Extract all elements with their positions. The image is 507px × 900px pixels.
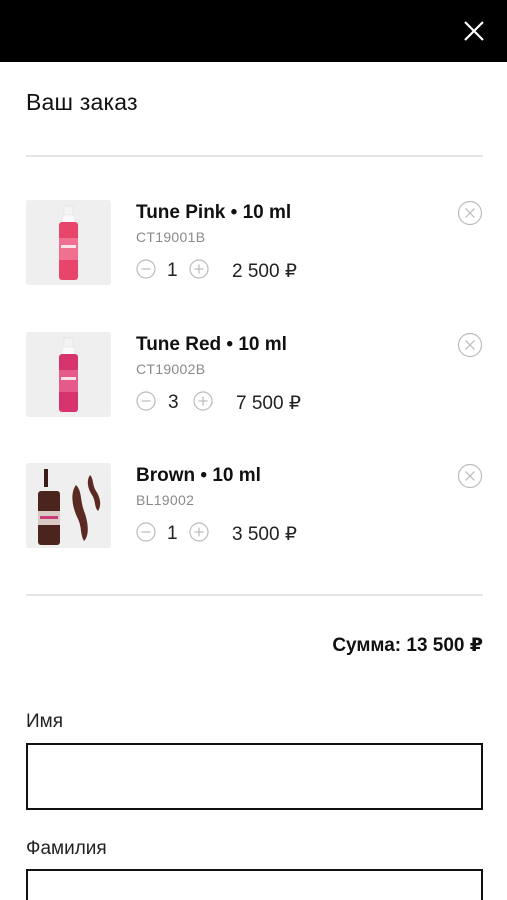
- divider-top: [26, 155, 483, 157]
- quantity-value: 1: [167, 523, 178, 544]
- cart-item: Brown • 10 ml BL19002 1 3 500 ₽: [26, 463, 483, 551]
- last-name-label: Фамилия: [26, 838, 107, 859]
- cart-item: Tune Red • 10 ml CT19002B 3 7 500 ₽: [26, 332, 483, 420]
- product-name: Brown • 10 ml: [136, 465, 261, 486]
- product-sku: BL19002: [136, 492, 195, 508]
- top-bar: [0, 0, 507, 62]
- decrease-button[interactable]: [136, 522, 156, 542]
- first-name-label: Имя: [26, 711, 64, 732]
- close-icon: [464, 21, 484, 41]
- quantity-value: 1: [167, 260, 178, 281]
- page-title: Ваш заказ: [26, 89, 138, 115]
- minus-circle-icon: [136, 259, 156, 279]
- product-name: Tune Pink • 10 ml: [136, 202, 292, 223]
- quantity-stepper: 1 3 500 ₽: [136, 521, 336, 545]
- plus-circle-icon: [189, 522, 209, 542]
- increase-button[interactable]: [193, 391, 213, 411]
- order-total: Сумма: 13 500 ₽: [332, 635, 483, 656]
- close-circle-icon: [457, 463, 483, 489]
- product-sku: CT19001B: [136, 229, 206, 245]
- remove-item-button[interactable]: [457, 200, 483, 226]
- product-image: [26, 332, 111, 417]
- product-name: Tune Red • 10 ml: [136, 334, 287, 355]
- product-sku: CT19002B: [136, 361, 206, 377]
- item-price: 2 500 ₽: [232, 261, 297, 282]
- quantity-stepper: 1 2 500 ₽: [136, 258, 336, 282]
- item-price: 3 500 ₽: [232, 524, 297, 545]
- cart-item: Tune Pink • 10 ml CT19001B 1 2 500 ₽: [26, 200, 483, 288]
- quantity-stepper: 3 7 500 ₽: [136, 390, 336, 414]
- close-button[interactable]: [463, 20, 485, 42]
- close-circle-icon: [457, 332, 483, 358]
- close-circle-icon: [457, 200, 483, 226]
- quantity-value: 3: [168, 392, 179, 413]
- remove-item-button[interactable]: [457, 463, 483, 489]
- product-image: [26, 200, 111, 285]
- product-image: [26, 463, 111, 548]
- first-name-input[interactable]: [26, 743, 483, 810]
- plus-circle-icon: [189, 259, 209, 279]
- minus-circle-icon: [136, 391, 156, 411]
- item-price: 7 500 ₽: [236, 393, 301, 414]
- last-name-input[interactable]: [26, 869, 483, 900]
- divider-bottom: [26, 594, 483, 596]
- increase-button[interactable]: [189, 522, 209, 542]
- remove-item-button[interactable]: [457, 332, 483, 358]
- increase-button[interactable]: [189, 259, 209, 279]
- plus-circle-icon: [193, 391, 213, 411]
- decrease-button[interactable]: [136, 391, 156, 411]
- minus-circle-icon: [136, 522, 156, 542]
- decrease-button[interactable]: [136, 259, 156, 279]
